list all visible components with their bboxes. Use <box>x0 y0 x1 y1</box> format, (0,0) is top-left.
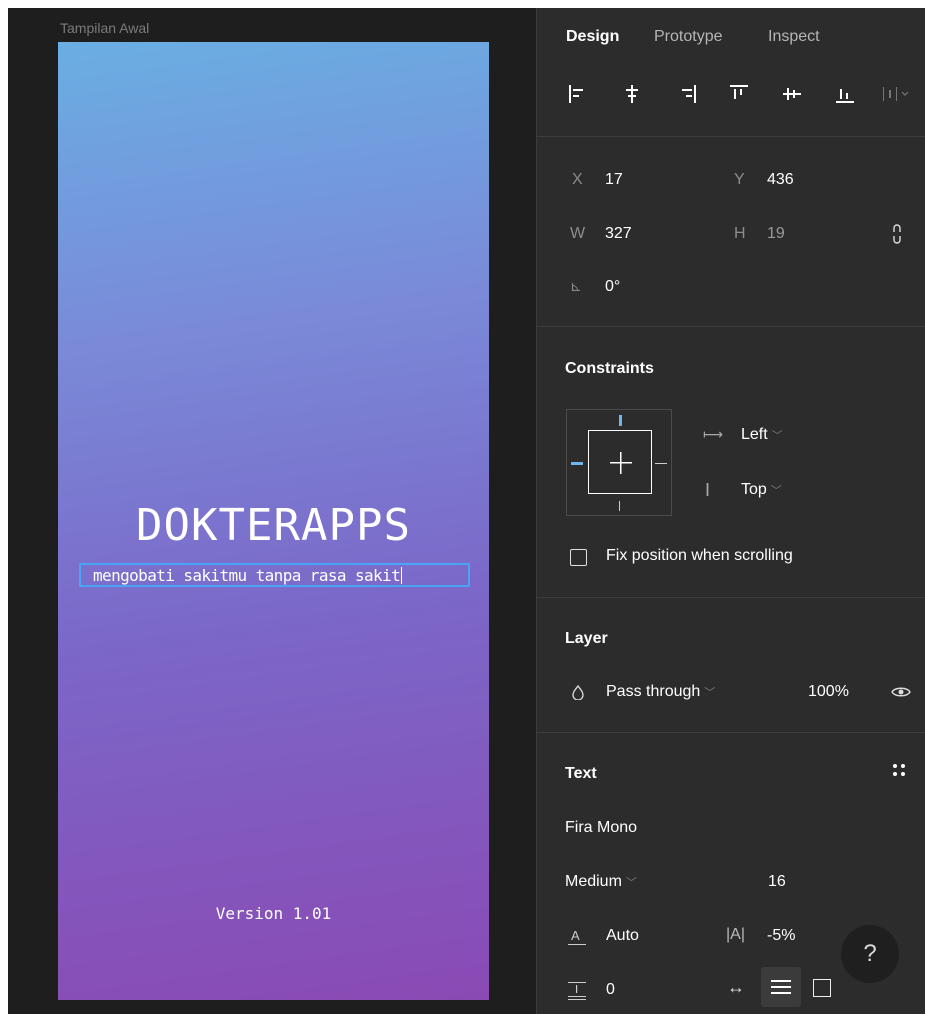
align-lines-icon <box>771 980 791 994</box>
layer-section: Layer Pass through ﹀ 100% <box>537 598 925 733</box>
text-caret <box>401 567 403 584</box>
paragraph-spacing-icon <box>567 980 587 1005</box>
letter-spacing-icon: |A| <box>726 926 745 943</box>
align-horizontal-center-icon[interactable] <box>620 82 644 106</box>
paragraph-spacing-input[interactable]: 0 <box>606 981 615 999</box>
w-input[interactable]: 327 <box>605 225 632 243</box>
font-family-dropdown[interactable]: Fira Mono <box>565 819 637 837</box>
h-input[interactable]: 19 <box>767 225 785 243</box>
svg-text:A: A <box>571 928 580 943</box>
letter-spacing-input[interactable]: -5% <box>767 927 795 945</box>
align-vertical-center-icon[interactable] <box>780 82 804 106</box>
align-top-icon[interactable] <box>727 82 751 106</box>
y-label: Y <box>734 171 745 188</box>
h-label: H <box>734 225 746 242</box>
phone-frame[interactable]: DOKTERAPPS mengobati sakitmu tanpa rasa … <box>58 42 489 1000</box>
constraint-top-marker[interactable] <box>619 415 622 426</box>
layer-title: Layer <box>565 630 608 647</box>
align-right-icon[interactable] <box>675 82 699 106</box>
vertical-constraint-dropdown[interactable]: Top ﹀ <box>741 481 782 499</box>
tab-design[interactable]: Design <box>566 28 619 46</box>
font-size-input[interactable]: 16 <box>768 873 786 891</box>
font-weight-dropdown[interactable]: Medium ﹀ <box>565 873 637 891</box>
constraint-left-marker[interactable] <box>571 462 583 465</box>
y-input[interactable]: 436 <box>767 171 794 189</box>
text-title: Text <box>565 765 597 782</box>
fixed-size-icon[interactable] <box>813 979 831 997</box>
constraint-right-marker[interactable] <box>655 463 667 464</box>
help-button[interactable]: ? <box>841 925 899 983</box>
app-title-text[interactable]: DOKTERAPPS <box>58 500 489 551</box>
text-settings-icon[interactable] <box>892 763 906 782</box>
chevron-down-icon: ﹀ <box>625 877 637 889</box>
horizontal-constraint-icon: ⟼ <box>703 426 724 442</box>
fix-position-label[interactable]: Fix position when scrolling <box>606 547 793 565</box>
blend-mode-dropdown[interactable]: Pass through ﹀ <box>606 683 715 701</box>
constrain-proportions-icon[interactable] <box>891 223 903 250</box>
w-label: W <box>570 225 586 242</box>
auto-height-button[interactable] <box>761 967 801 1007</box>
x-label: X <box>572 171 583 188</box>
align-bottom-icon[interactable] <box>833 82 857 106</box>
constraint-bottom-marker[interactable] <box>619 501 620 511</box>
frame-label[interactable]: Tampilan Awal <box>60 20 149 36</box>
eye-icon[interactable] <box>891 684 911 705</box>
line-height-input[interactable]: Auto <box>606 927 639 945</box>
chevron-down-icon: ﹀ <box>770 485 782 497</box>
auto-width-icon[interactable]: ↔ <box>727 977 745 998</box>
x-input[interactable]: 17 <box>605 171 623 189</box>
design-panel: Design Prototype Inspect X 17 Y 436 W 32… <box>536 8 925 1014</box>
rotation-icon: ⊾ <box>570 278 582 294</box>
panel-header: Design Prototype Inspect <box>537 8 925 137</box>
design-canvas[interactable]: Tampilan Awal DOKTERAPPS mengobati sakit… <box>8 8 536 1014</box>
align-left-icon[interactable] <box>566 82 590 106</box>
chevron-down-icon: ﹀ <box>771 430 783 442</box>
selected-text-layer[interactable]: mengobati sakitmu tanpa rasa sakit <box>79 563 470 587</box>
distribute-icon[interactable] <box>880 82 920 106</box>
tab-prototype[interactable]: Prototype <box>654 28 722 46</box>
constraint-inner-box <box>588 430 652 494</box>
rotation-input[interactable]: 0° <box>605 278 620 296</box>
horizontal-constraint-dropdown[interactable]: Left ﹀ <box>741 426 783 444</box>
line-height-icon: A <box>567 927 587 952</box>
vertical-constraint-icon: I <box>705 480 711 500</box>
blend-mode-icon <box>572 684 584 705</box>
fix-position-checkbox[interactable] <box>570 549 587 566</box>
tab-inspect[interactable]: Inspect <box>768 28 820 46</box>
constraints-widget[interactable] <box>566 409 672 516</box>
constraints-title: Constraints <box>565 360 654 377</box>
tagline-text[interactable]: mengobati sakitmu tanpa rasa sakit <box>93 566 403 585</box>
chevron-down-icon: ﹀ <box>704 687 716 699</box>
transform-section: X 17 Y 436 W 327 H 19 ⊾ 0° <box>537 137 925 327</box>
version-text[interactable]: Version 1.01 <box>58 904 489 923</box>
opacity-input[interactable]: 100% <box>808 683 849 701</box>
